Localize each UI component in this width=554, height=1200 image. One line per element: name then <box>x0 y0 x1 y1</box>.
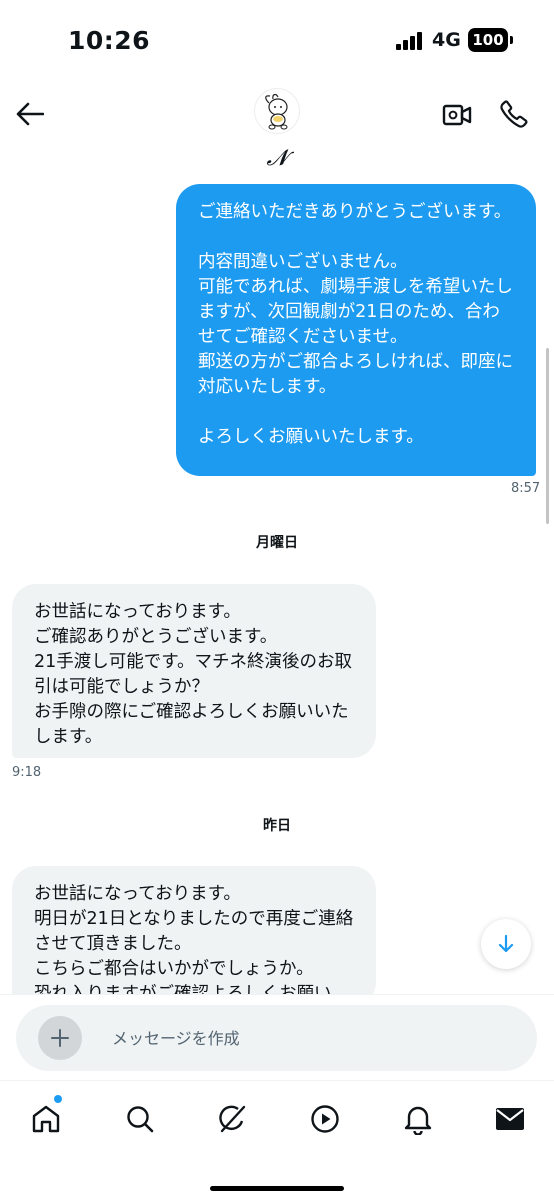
day-separator: 昨日 <box>263 818 291 834</box>
arrow-down-icon <box>498 934 514 953</box>
home-indicator <box>210 1186 344 1191</box>
composer: メッセージを作成 <box>16 1005 537 1071</box>
message-time: 9:18 <box>12 765 42 780</box>
tab-grok[interactable] <box>210 1099 254 1139</box>
message-bubble-received[interactable]: お世話になっております。 ご確認ありがとうございます。 21手渡し可能です。マチ… <box>12 584 376 758</box>
scroll-to-bottom-button[interactable] <box>481 919 531 969</box>
status-bar: 10:26 4G 100 <box>0 0 554 80</box>
status-time: 10:26 <box>68 26 151 55</box>
arrow-left-icon <box>16 102 44 126</box>
add-media-button[interactable] <box>38 1016 82 1060</box>
battery-icon: 100 <box>468 28 508 52</box>
composer-area: メッセージを作成 <box>0 994 554 1080</box>
grok-icon <box>219 1105 246 1133</box>
message-time: 8:57 <box>511 481 541 496</box>
mail-icon <box>496 1108 524 1130</box>
voice-waveform-icon <box>483 1024 511 1052</box>
notification-dot <box>54 1095 62 1103</box>
bottom-tab-bar <box>0 1080 554 1200</box>
scrollbar-thumb[interactable] <box>546 348 549 524</box>
tab-notifications[interactable] <box>396 1099 440 1139</box>
phone-call-button[interactable] <box>496 96 532 132</box>
bell-icon <box>404 1106 432 1135</box>
conversation-header: 𝓝 <box>0 80 554 190</box>
contact-name[interactable]: 𝓝 <box>0 146 554 171</box>
battery-tip <box>510 36 513 44</box>
tab-video[interactable] <box>303 1099 347 1139</box>
network-type: 4G <box>432 29 461 51</box>
home-icon <box>32 1105 60 1133</box>
day-separator: 月曜日 <box>256 535 298 551</box>
signal-icon <box>396 32 426 50</box>
message-input[interactable]: メッセージを作成 <box>112 1025 240 1049</box>
voice-message-button[interactable] <box>480 1023 514 1053</box>
search-icon <box>127 1106 154 1133</box>
video-call-icon <box>442 104 472 126</box>
message-bubble-sent[interactable]: ご連絡いただきありがとうございます。 内容間違いございません。 可能であれば、劇… <box>176 184 536 476</box>
message-bubble-received[interactable]: お世話になっております。 明日が21日となりましたので再度ご連絡させて頂きました… <box>12 866 376 1006</box>
video-call-button[interactable] <box>440 98 474 132</box>
tab-search[interactable] <box>118 1099 162 1139</box>
tab-home[interactable] <box>24 1099 68 1139</box>
phone-icon <box>500 100 528 128</box>
plus-icon <box>51 1029 69 1047</box>
back-button[interactable] <box>12 96 48 132</box>
video-play-icon <box>311 1105 339 1133</box>
avatar[interactable] <box>254 88 300 134</box>
dog-character-icon <box>265 93 288 130</box>
tab-messages[interactable] <box>488 1099 532 1139</box>
